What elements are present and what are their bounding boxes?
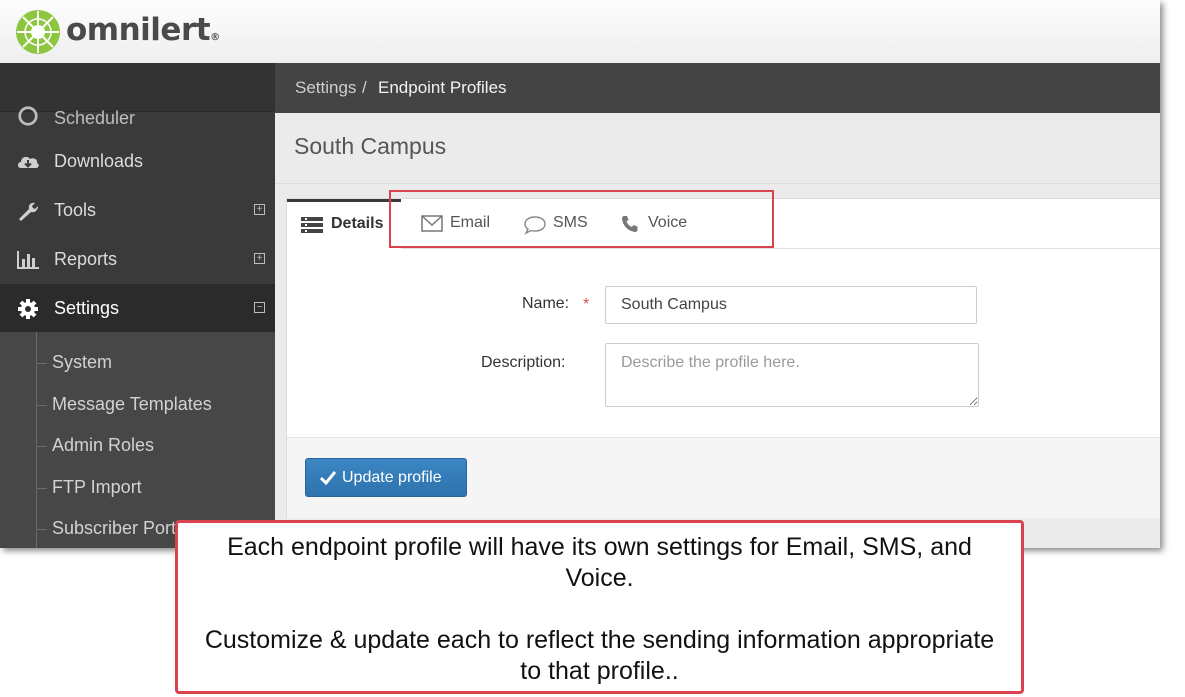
title-divider [275,183,1160,184]
breadcrumb-separator: / [362,78,367,97]
submenu-item-subscriber-portal[interactable]: Subscriber Portal [37,518,190,539]
tabs-highlight-annotation [389,190,774,248]
sidebar-item-downloads[interactable]: Downloads [0,137,275,186]
expand-toggle-icon[interactable]: + [254,204,265,215]
submenu-item-admin-roles[interactable]: Admin Roles [37,435,154,456]
omnilert-logo-icon [16,10,60,54]
name-label: Name: [522,295,570,312]
tab-details[interactable]: Details [287,199,401,249]
sidebar-item-reports[interactable]: Reports + [0,235,275,284]
submenu-item-ftp-import[interactable]: FTP Import [37,477,142,498]
clock-icon [18,106,38,126]
sidebar-item-label: Reports [54,249,118,269]
sidebar-item-label: Downloads [54,151,144,171]
submenu-guide-line [36,332,37,548]
name-input[interactable] [605,286,977,324]
cloud-download-icon [18,156,39,168]
sidebar-item-tools[interactable]: Tools + [0,186,275,235]
settings-submenu: System Message Templates Admin Roles FTP… [0,332,275,548]
sidebar-item-scheduler[interactable]: Scheduler [0,106,275,133]
update-profile-label: Update profile [342,469,442,486]
annotation-callout: Each endpoint profile will have its own … [175,520,1024,694]
callout-text-2: Customize & update each to reflect the s… [204,626,995,685]
sidebar-item-settings[interactable]: Settings − [0,284,275,333]
panel-footer: Update profile [287,437,1160,518]
brand-wordmark: omnilert® [66,12,220,48]
sidebar-item-label: Scheduler [54,108,136,128]
update-profile-button[interactable]: Update profile [305,458,467,497]
expand-toggle-icon[interactable]: + [254,253,265,264]
page-title: South Campus [294,133,447,159]
sidebar: Scheduler Downloads Tools + Reports + Se… [0,63,275,548]
breadcrumb-current: Endpoint Profiles [378,78,507,97]
submenu-item-system[interactable]: System [37,352,112,373]
description-label: Description: [481,354,566,371]
wrench-icon [19,202,38,221]
sidebar-item-label: Tools [54,200,97,220]
sidebar-item-label: Settings [54,298,120,318]
description-textarea[interactable] [605,343,979,407]
tab-label: Details [331,215,384,232]
checkmark-icon [320,471,336,485]
app-screen: omnilert® Scheduler Downloads Tools + Re… [0,0,1160,548]
sidebar-header [0,63,275,112]
breadcrumb-settings-link[interactable]: Settings [295,78,356,98]
list-icon [301,217,323,233]
callout-text-1: Each endpoint profile will have its own … [227,533,972,592]
breadcrumb: Settings / Endpoint Profiles [275,63,1160,113]
brand-bar: omnilert® [0,0,1160,64]
gear-icon [18,299,38,319]
required-marker: * [583,296,590,313]
submenu-item-message-templates[interactable]: Message Templates [37,394,212,415]
collapse-toggle-icon[interactable]: − [254,302,265,313]
bar-chart-icon [17,251,39,269]
